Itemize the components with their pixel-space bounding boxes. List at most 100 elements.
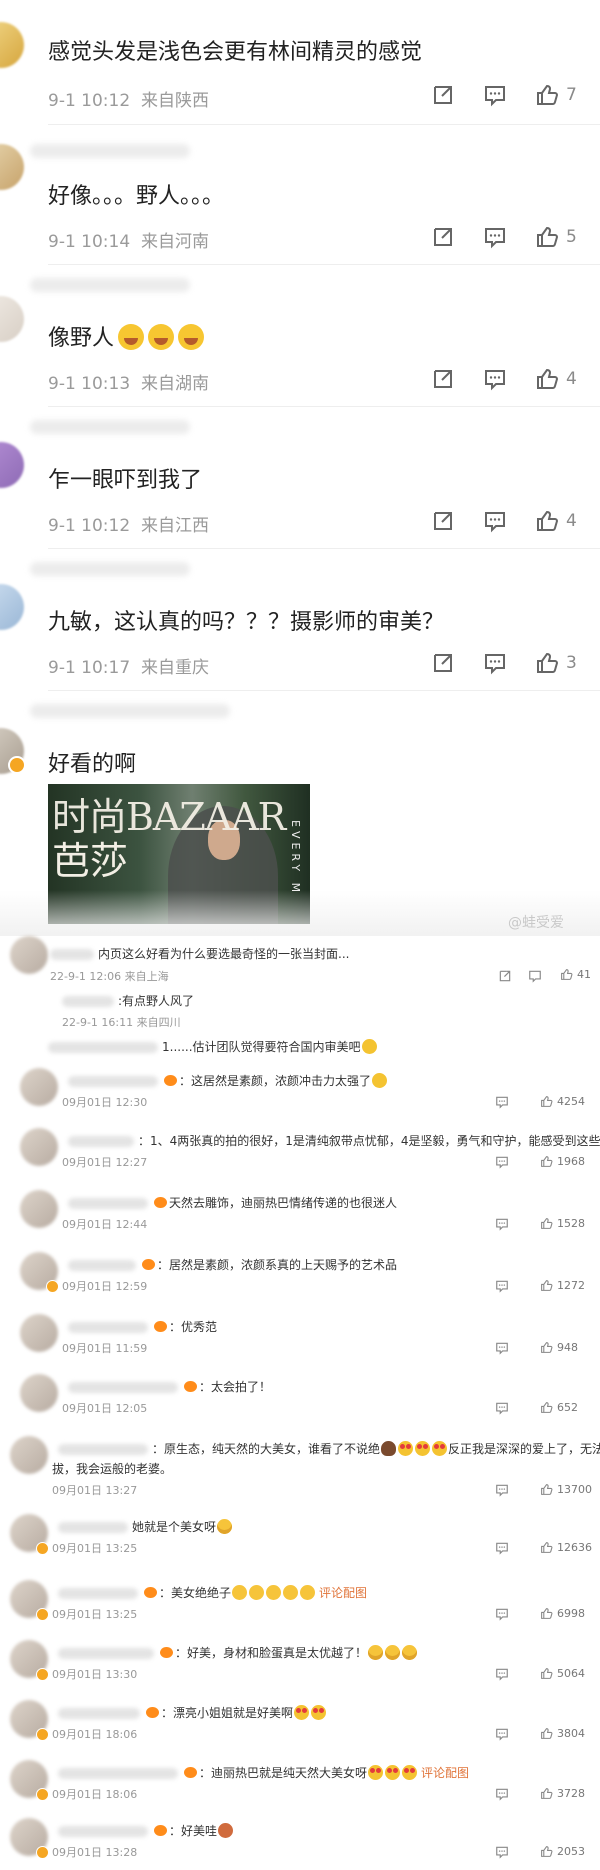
avatar[interactable] (0, 22, 24, 68)
emoji-icon (266, 1585, 282, 1600)
like-button[interactable]: 1528 (540, 1217, 585, 1230)
like-button[interactable]: 1968 (540, 1155, 585, 1168)
thumbs-up-icon (541, 1788, 553, 1799)
like-button[interactable]: 13700 (540, 1483, 592, 1496)
divider (48, 690, 600, 691)
comment-icon[interactable] (495, 1482, 509, 1497)
share-icon[interactable] (430, 508, 456, 534)
comment-icon[interactable] (495, 1844, 509, 1859)
verified-badge-icon (36, 1728, 49, 1741)
share-icon[interactable] (430, 224, 456, 250)
avatar[interactable] (0, 144, 24, 190)
comment-icon[interactable] (482, 508, 508, 534)
comment-meta: 09月01日 13:30 (52, 1668, 138, 1681)
emoji-icon (300, 1585, 316, 1600)
like-button[interactable]: 12636 (540, 1541, 592, 1554)
comment-icon[interactable] (482, 224, 508, 250)
share-icon[interactable] (498, 968, 512, 982)
like-button[interactable]: 5064 (540, 1667, 585, 1680)
thumbs-up-icon[interactable] (534, 508, 560, 534)
verified-badge-icon (8, 756, 26, 774)
avatar[interactable] (20, 1374, 58, 1412)
comment-meta: 22-9-1 12:06 来自上海 (50, 970, 169, 983)
avatar[interactable] (10, 1436, 48, 1474)
divider (48, 264, 600, 265)
emoji-icon (232, 1585, 248, 1600)
thumbs-up-icon[interactable] (534, 82, 560, 108)
like-button[interactable]: 4254 (540, 1095, 585, 1108)
like-button[interactable]: 6998 (540, 1607, 585, 1620)
verified-badge-icon (36, 1846, 49, 1859)
avatar[interactable] (20, 1190, 58, 1228)
like-button[interactable]: 2053 (540, 1845, 585, 1858)
smile-emoji-icon (361, 1039, 377, 1054)
comment-icon[interactable] (495, 1340, 509, 1355)
avatar[interactable] (20, 1128, 58, 1166)
nickname-blurred (30, 562, 190, 576)
image-link[interactable]: 评论配图 (319, 1586, 367, 1600)
like-button[interactable]: 652 (540, 1401, 578, 1414)
like-button[interactable]: 1272 (540, 1279, 585, 1292)
comment-text: ：太会拍了！ (68, 1378, 271, 1395)
comment-icon[interactable] (528, 968, 542, 983)
comment-text: 乍一眼吓到我了 (48, 468, 203, 493)
like-button[interactable]: 3728 (540, 1787, 585, 1800)
verified-badge-icon (36, 1542, 49, 1555)
comment-icon[interactable] (495, 1094, 509, 1109)
comment-text: ：漂亮小姐姐就是好美啊 (58, 1704, 327, 1721)
thumbs-up-icon (541, 1402, 553, 1413)
image-link[interactable]: 评论配图 (421, 1766, 469, 1780)
like-count: 1528 (557, 1217, 585, 1230)
avatar[interactable] (10, 936, 48, 974)
share-icon[interactable] (430, 366, 456, 392)
comment-icon[interactable] (482, 650, 508, 676)
avatar[interactable] (0, 296, 24, 342)
magazine-masthead-cn: 芭莎 (52, 839, 129, 883)
comment-icon[interactable] (495, 1278, 509, 1293)
comment-icon[interactable] (495, 1666, 509, 1681)
fan-badge-icon (146, 1707, 159, 1718)
comment-meta: 9-1 10:14 来自河南 (48, 232, 209, 252)
comment-icon[interactable] (495, 1540, 509, 1555)
fan-badge-icon (154, 1321, 167, 1332)
avatar[interactable] (0, 442, 24, 488)
comment-icon[interactable] (495, 1786, 509, 1801)
share-icon[interactable] (430, 650, 456, 676)
comment-icon[interactable] (495, 1400, 509, 1415)
fan-badge-icon (184, 1381, 197, 1392)
thumbs-up-icon (541, 1156, 553, 1167)
comment-meta: 09月01日 12:27 (62, 1156, 148, 1169)
comment-text: ：好美哇 (58, 1822, 234, 1839)
comment-icon[interactable] (495, 1726, 509, 1741)
avatar[interactable] (20, 1068, 58, 1106)
emoji-icon (218, 1823, 234, 1838)
comment-meta: 09月01日 12:05 (62, 1402, 148, 1415)
like-button[interactable]: 948 (540, 1341, 578, 1354)
reply-text: 1......估计团队觉得要符合国内审美吧 (48, 1038, 378, 1055)
thumbs-up-icon (541, 1342, 553, 1353)
share-icon[interactable] (430, 82, 456, 108)
avatar[interactable] (20, 1314, 58, 1352)
fan-badge-icon (154, 1825, 167, 1836)
comment-text: ：1、4两张真的拍的很好，1是清纯叙带点忧郁，4是坚毅，勇气和守护，能感受到这些… (68, 1132, 600, 1149)
laughing-emoji-icon (148, 324, 175, 350)
like-button[interactable]: 3804 (540, 1727, 585, 1740)
comment-meta: 9-1 10:17 来自重庆 (48, 658, 209, 678)
emoji-icon (249, 1585, 265, 1600)
comment-icon[interactable] (495, 1154, 509, 1169)
like-button[interactable]: 41 (560, 968, 591, 981)
emoji-icon (372, 1073, 388, 1088)
comment-icon[interactable] (495, 1606, 509, 1621)
avatar[interactable] (0, 584, 24, 630)
comment-icon[interactable] (482, 82, 508, 108)
emoji-icon (311, 1705, 327, 1720)
comment-icon[interactable] (495, 1216, 509, 1231)
thumbs-up-icon[interactable] (534, 224, 560, 250)
emoji-icon (385, 1645, 401, 1660)
like-count: 5 (566, 227, 577, 247)
thumbs-up-icon[interactable] (534, 366, 560, 392)
divider (48, 406, 600, 407)
comment-text: 内页这么好看为什么要选最奇怪的一张当封面... (50, 945, 349, 962)
comment-icon[interactable] (482, 366, 508, 392)
thumbs-up-icon[interactable] (534, 650, 560, 676)
